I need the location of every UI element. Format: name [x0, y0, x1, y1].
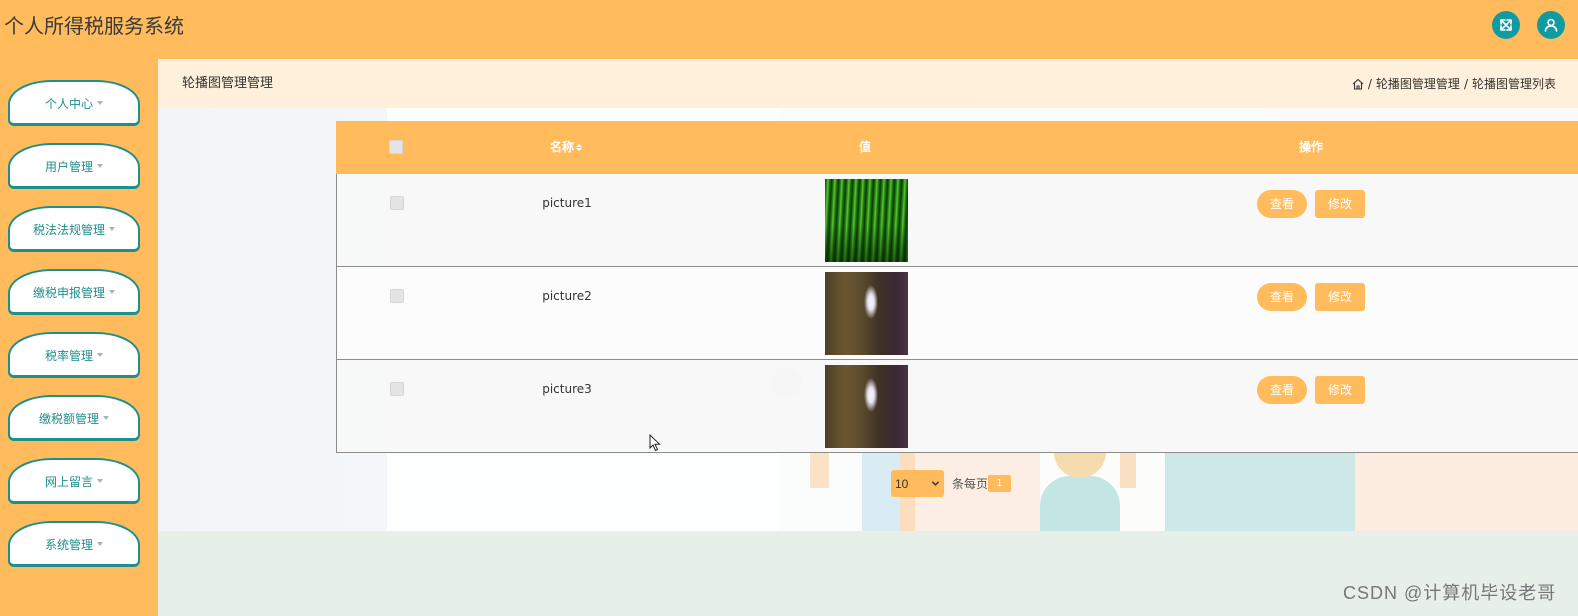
sort-icon[interactable] — [576, 143, 582, 151]
row-checkbox[interactable] — [390, 382, 404, 396]
sidebar-item-label: 用户管理 — [44, 159, 93, 174]
row-name: picture3 — [542, 382, 592, 396]
sidebar-item-label: 缴税额管理 — [38, 411, 99, 426]
sidebar-item-label: 系统管理 — [44, 537, 93, 552]
table-row: picture1 查看 修改 — [336, 174, 1578, 267]
fullscreen-button[interactable] — [1492, 11, 1520, 39]
breadcrumb-item-current: 轮播图管理列表 — [1471, 77, 1556, 91]
sidebar-item-label: 网上留言 — [44, 474, 93, 489]
column-header-actions: 操作 — [1298, 140, 1323, 154]
home-icon[interactable] — [1352, 78, 1364, 90]
sidebar-item-tax-rate-management[interactable]: 税率管理 — [8, 332, 140, 378]
sidebar-item-system-management[interactable]: 系统管理 — [8, 521, 140, 567]
row-image-thumbnail — [825, 179, 908, 262]
breadcrumb: / 轮播图管理管理 / 轮播图管理列表 — [1352, 77, 1556, 91]
breadcrumb-separator: / — [1367, 77, 1372, 91]
select-all-checkbox[interactable] — [389, 140, 403, 154]
edit-button[interactable]: 修改 — [1315, 376, 1365, 404]
page-header: 轮播图管理管理 / 轮播图管理管理 / 轮播图管理列表 — [158, 59, 1578, 108]
sidebar-item-label: 税法法规管理 — [32, 222, 105, 237]
background-decoration — [1040, 476, 1120, 531]
fullscreen-icon — [1500, 19, 1512, 31]
user-button[interactable] — [1537, 11, 1565, 39]
column-header-label: 名称 — [549, 140, 574, 154]
breadcrumb-separator: / — [1463, 77, 1468, 91]
sidebar-item-tax-amount-management[interactable]: 缴税额管理 — [8, 395, 140, 441]
sidebar-item-label: 缴税申报管理 — [32, 285, 105, 300]
caret-down-icon — [109, 227, 115, 231]
page-size-select-wrapper: 10 — [891, 470, 944, 497]
view-button[interactable]: 查看 — [1257, 283, 1307, 311]
breadcrumb-item-section[interactable]: 轮播图管理管理 — [1376, 77, 1460, 91]
sidebar-item-personal-center[interactable]: 个人中心 — [8, 80, 140, 126]
caret-down-icon — [103, 416, 109, 420]
sidebar-item-user-management[interactable]: 用户管理 — [8, 143, 140, 189]
edit-button[interactable]: 修改 — [1315, 283, 1365, 311]
sidebar-item-tax-law-management[interactable]: 税法法规管理 — [8, 206, 140, 252]
page-size-select[interactable]: 10 — [891, 470, 944, 497]
edit-button[interactable]: 修改 — [1315, 190, 1365, 218]
top-header: 个人所得税服务系统 — [0, 0, 1578, 59]
app-title: 个人所得税服务系统 — [4, 14, 184, 38]
main-content: 轮播图管理管理 / 轮播图管理管理 / 轮播图管理列表 名称 值 操作 pict… — [158, 59, 1578, 616]
user-icon — [1544, 18, 1558, 32]
table-row: picture2 查看 修改 — [336, 267, 1578, 360]
page-title: 轮播图管理管理 — [182, 76, 274, 91]
caret-down-icon — [109, 290, 115, 294]
table-header: 名称 值 操作 — [336, 121, 1578, 174]
column-header-value: 值 — [858, 140, 871, 154]
row-checkbox[interactable] — [390, 289, 404, 303]
per-page-label: 条每页 — [952, 477, 989, 491]
background-decoration — [1054, 452, 1106, 478]
watermark: CSDN @计算机毕设老哥 — [1343, 583, 1557, 603]
caret-down-icon — [97, 542, 103, 546]
sidebar-item-label: 个人中心 — [44, 96, 93, 111]
table-row: picture3 查看 修改 — [336, 360, 1578, 453]
caret-down-icon — [97, 479, 103, 483]
background-decoration — [1165, 452, 1355, 531]
caret-down-icon — [97, 353, 103, 357]
background-decoration — [810, 452, 829, 488]
caret-down-icon — [97, 164, 103, 168]
view-button[interactable]: 查看 — [1257, 376, 1307, 404]
sidebar-item-online-message[interactable]: 网上留言 — [8, 458, 140, 504]
caret-down-icon — [97, 101, 103, 105]
background-decoration — [1120, 452, 1136, 488]
row-image-thumbnail — [825, 365, 908, 448]
row-image-thumbnail — [825, 272, 908, 355]
page-button-current[interactable]: 1 — [988, 475, 1011, 492]
column-header-name[interactable]: 名称 — [456, 140, 676, 154]
sidebar-item-label: 税率管理 — [44, 348, 93, 363]
row-name: picture2 — [542, 289, 592, 303]
carousel-table: 名称 值 操作 picture1 查看 修改 picture2 查看 修改 pi… — [336, 121, 1578, 453]
mouse-cursor-icon — [649, 434, 661, 452]
row-checkbox[interactable] — [390, 196, 404, 210]
background-decoration — [1355, 452, 1578, 531]
row-name: picture1 — [542, 196, 592, 210]
sidebar-item-tax-declaration-management[interactable]: 缴税申报管理 — [8, 269, 140, 315]
sidebar: 个人中心 用户管理 税法法规管理 缴税申报管理 税率管理 缴税额管理 网上留言 … — [0, 59, 158, 616]
view-button[interactable]: 查看 — [1257, 190, 1307, 218]
